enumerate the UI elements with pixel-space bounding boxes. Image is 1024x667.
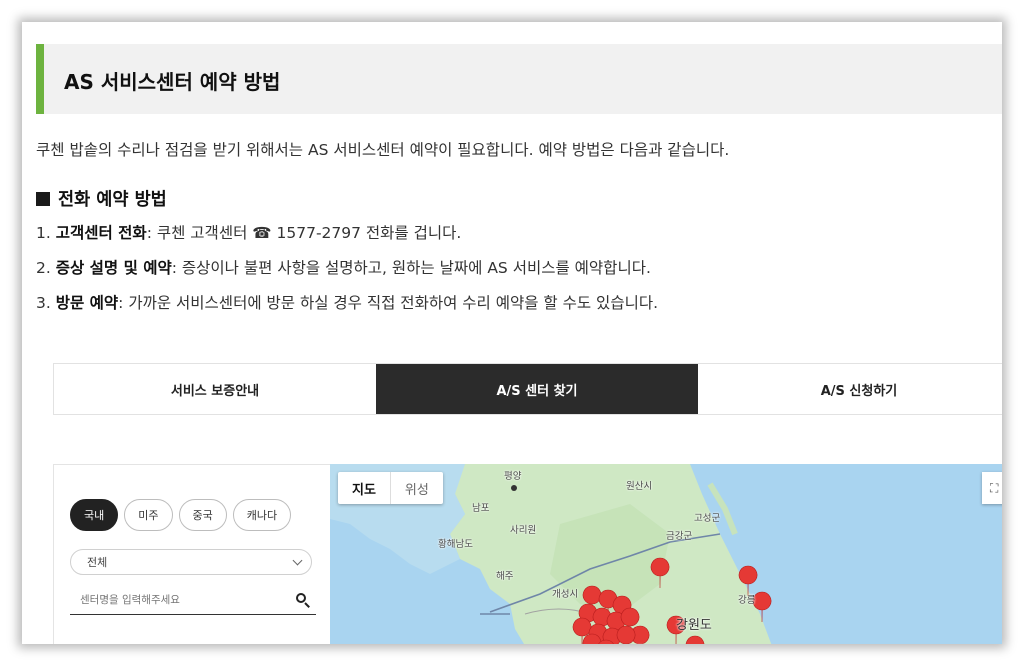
map-label: 사리원	[510, 525, 537, 536]
map-label: 원산시	[626, 481, 653, 492]
tab-find-center[interactable]: A/S 센터 찾기	[376, 364, 698, 414]
fullscreen-icon[interactable]: ⛶	[982, 472, 1002, 504]
subsection-title-text: 전화 예약 방법	[58, 190, 167, 210]
center-search	[70, 585, 316, 615]
chevron-down-icon	[292, 555, 303, 565]
section-heading: AS 서비스센터 예약 방법	[36, 44, 1002, 114]
step-item: 2. 증상 설명 및 예약: 증상이나 불편 사항을 설명하고, 원하는 날짜에…	[36, 256, 651, 278]
region-filter: 국내 미주 중국 캐나다	[70, 499, 292, 531]
step-title: 방문 예약	[55, 294, 119, 312]
intro-paragraph: 쿠첸 밥솥의 수리나 점검을 받기 위해서는 AS 서비스센터 예약이 필요합니…	[36, 141, 730, 159]
map-label: 도	[634, 640, 646, 644]
step-number: 2.	[36, 259, 51, 277]
map-view-button[interactable]: 지도	[338, 472, 390, 504]
service-center-map[interactable]: 지도 위성 ⛶ 평양 남포 사리원 황해남도 해주 개성시 원산시 고성군 금강…	[330, 464, 1002, 644]
step-item: 3. 방문 예약: 가까운 서비스센터에 방문 하실 경우 직접 전화하여 수리…	[36, 291, 658, 313]
map-label: 강릉	[738, 595, 756, 606]
step-number: 3.	[36, 294, 51, 312]
step-title: 증상 설명 및 예약	[55, 259, 172, 277]
map-label: 평양	[504, 471, 522, 482]
satellite-view-button[interactable]: 위성	[389, 472, 443, 504]
map-label: 황해남도	[438, 539, 473, 550]
area-select-value: 전체	[87, 556, 108, 569]
step-text: : 쿠첸 고객센터 ☎ 1577-2797 전화를 겁니다.	[146, 224, 462, 242]
page-title: AS 서비스센터 예약 방법	[64, 70, 281, 94]
map-label: 강원도	[676, 618, 712, 633]
map-label: 금강군	[666, 531, 693, 542]
step-text: : 증상이나 불편 사항을 설명하고, 원하는 날짜에 AS 서비스를 예약합니…	[171, 259, 651, 277]
filter-panel: 국내 미주 중국 캐나다 전체	[53, 464, 333, 644]
map-type-toggle: 지도 위성	[338, 472, 443, 504]
step-item: 1. 고객센터 전화: 쿠첸 고객센터 ☎ 1577-2797 전화를 겁니다.	[36, 221, 461, 243]
region-china-button[interactable]: 중국	[178, 499, 227, 531]
center-search-input[interactable]	[80, 593, 280, 606]
step-text: : 가까운 서비스센터에 방문 하실 경우 직접 전화하여 수리 예약을 할 수…	[118, 294, 659, 312]
article-card: AS 서비스센터 예약 방법 쿠첸 밥솥의 수리나 점검을 받기 위해서는 AS…	[22, 22, 1002, 644]
map-label: 남포	[472, 503, 490, 514]
search-icon[interactable]	[296, 592, 310, 608]
step-number: 1.	[36, 224, 51, 242]
subsection-title: 전화 예약 방법	[36, 186, 167, 211]
region-canada-button[interactable]: 캐나다	[232, 499, 292, 531]
area-select[interactable]: 전체	[70, 549, 312, 575]
tab-request-service[interactable]: A/S 신청하기	[698, 364, 1002, 414]
map-label: 해주	[496, 571, 514, 582]
square-bullet-icon	[36, 191, 50, 206]
tab-warranty-info[interactable]: 서비스 보증안내	[54, 364, 376, 414]
region-domestic-button[interactable]: 국내	[70, 499, 119, 531]
map-label: 고성군	[694, 513, 721, 524]
step-title: 고객센터 전화	[55, 224, 147, 242]
map-label: 개성시	[552, 589, 579, 600]
tab-bar: 서비스 보증안내 A/S 센터 찾기 A/S 신청하기	[53, 363, 1002, 415]
region-usa-button[interactable]: 미주	[124, 499, 173, 531]
